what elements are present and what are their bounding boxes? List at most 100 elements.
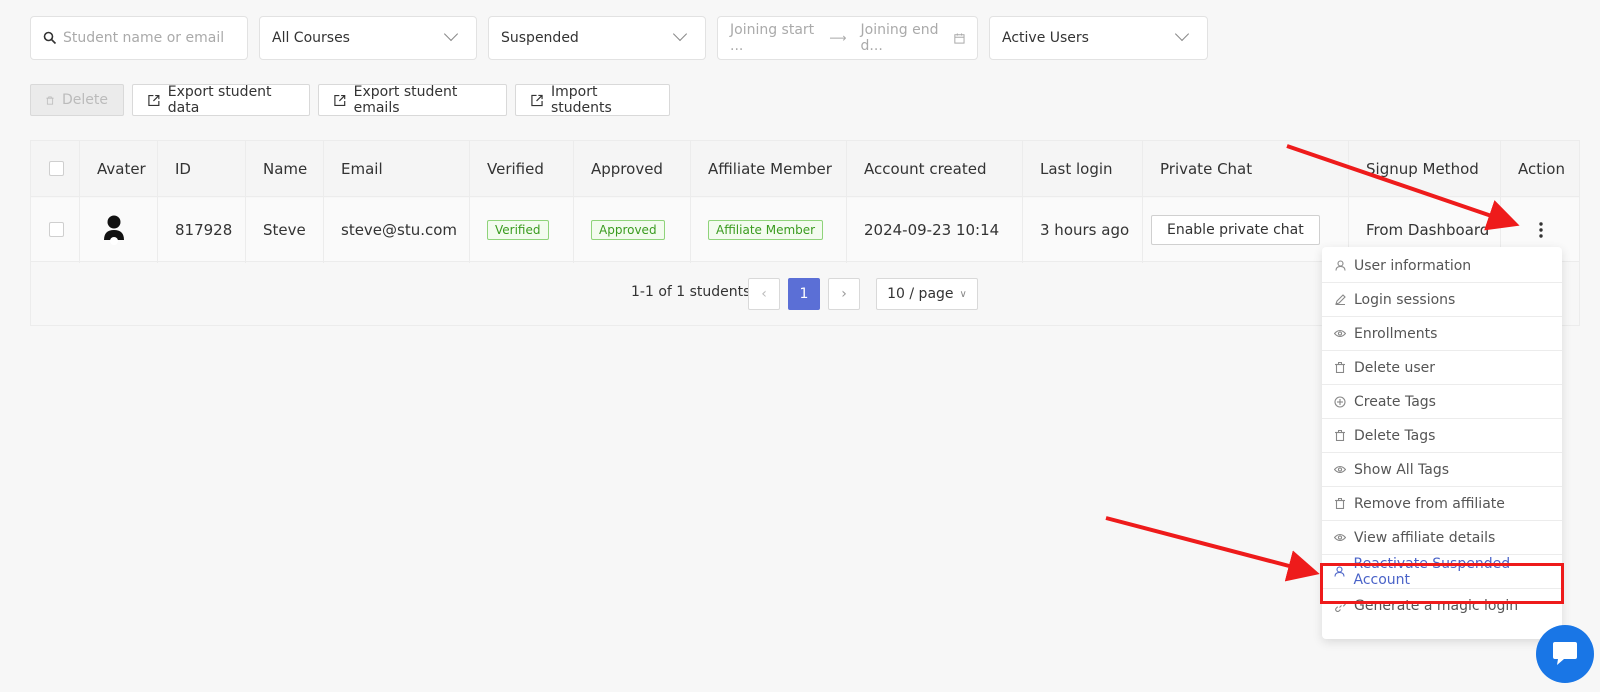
page-1-button[interactable]: 1 — [788, 278, 820, 310]
row-checkbox[interactable] — [49, 222, 64, 237]
page-size-value: 10 / page — [887, 286, 954, 302]
table-header-row: Avater ID Name Email Verified Approved A… — [31, 141, 1579, 197]
row-id: 817928 — [175, 220, 233, 239]
trash-icon — [1334, 430, 1346, 442]
date-start-input[interactable]: Joining start ... — [730, 22, 815, 54]
menu-item-enrollments[interactable]: Enrollments — [1322, 317, 1562, 351]
column-divider — [573, 141, 574, 263]
plus-circle-icon — [1334, 395, 1346, 408]
annotation-arrow-bottom — [1105, 516, 1320, 582]
select-all-checkbox[interactable] — [49, 161, 64, 176]
verified-cell: Verified — [471, 198, 549, 261]
delete-button[interactable]: Delete — [30, 84, 124, 116]
column-divider — [1142, 141, 1143, 263]
approved-cell: Approved — [575, 198, 665, 261]
header-id: ID — [175, 159, 191, 178]
eye-icon — [1334, 328, 1346, 340]
import-icon — [531, 94, 543, 106]
course-select[interactable]: All Courses — [259, 16, 477, 60]
header-action: Action — [1518, 159, 1565, 178]
header-private-chat: Private Chat — [1160, 159, 1253, 178]
import-label: Import students — [550, 84, 612, 116]
header-last-login: Last login — [1040, 159, 1113, 178]
export-emails-label: Export student emails — [353, 84, 458, 116]
menu-item-label: Create Tags — [1354, 393, 1436, 410]
header-signup-method: Signup Method — [1366, 159, 1479, 178]
export-icon — [148, 94, 160, 106]
row-select-cell — [33, 198, 81, 261]
eye-icon — [1334, 532, 1346, 544]
chevron-down-icon — [672, 26, 688, 43]
import-students-button[interactable]: Import students — [515, 84, 670, 116]
header-avatar: Avater — [97, 159, 146, 178]
menu-item-create-tags[interactable]: Create Tags — [1322, 385, 1562, 419]
menu-item-label: Delete Tags — [1354, 427, 1436, 444]
joining-date-range[interactable]: Joining start ... ⟶ Joining end d... — [717, 16, 978, 60]
export-icon — [334, 94, 346, 106]
column-divider — [1500, 141, 1501, 263]
header-affiliate-member: Affiliate Member — [708, 159, 832, 178]
column-divider — [323, 141, 324, 263]
user-icon — [1334, 260, 1346, 272]
column-divider — [79, 141, 80, 263]
page-size-select[interactable]: 10 / page ∨ — [876, 278, 978, 310]
row-last-login: 3 hours ago — [1040, 220, 1130, 239]
user-type-select[interactable]: Active Users — [989, 16, 1208, 60]
column-divider — [690, 141, 691, 263]
menu-item-delete-tags[interactable]: Delete Tags — [1322, 419, 1562, 453]
trash-icon — [1334, 498, 1346, 510]
header-verified: Verified — [487, 159, 544, 178]
row-name: Steve — [263, 220, 306, 239]
export-student-emails-button[interactable]: Export student emails — [318, 84, 507, 116]
header-email: Email — [341, 159, 383, 178]
menu-item-label: View affiliate details — [1354, 529, 1496, 546]
affiliate-cell: Affiliate Member — [692, 198, 824, 261]
menu-item-label: Delete user — [1354, 359, 1435, 376]
menu-item-login-sessions[interactable]: Login sessions — [1322, 283, 1562, 317]
menu-item-user-information[interactable]: User information — [1322, 249, 1562, 283]
menu-item-remove-from-affiliate[interactable]: Remove from affiliate — [1322, 487, 1562, 521]
menu-item-delete-user[interactable]: Delete user — [1322, 351, 1562, 385]
private-chat-cell: Enable private chat — [1135, 198, 1320, 261]
export-data-label: Export student data — [167, 84, 272, 116]
row-email: steve@stu.com — [341, 220, 458, 239]
column-divider — [245, 141, 246, 263]
date-end-input[interactable]: Joining end d... — [861, 22, 949, 54]
delete-button-label: Delete — [62, 92, 108, 108]
menu-item-label: Login sessions — [1354, 291, 1456, 308]
row-account-created: 2024-09-23 10:14 — [864, 220, 1000, 239]
menu-item-show-all-tags[interactable]: Show All Tags — [1322, 453, 1562, 487]
enable-private-chat-button[interactable]: Enable private chat — [1151, 214, 1320, 245]
more-vertical-icon — [1539, 221, 1543, 238]
search-icon — [43, 31, 57, 45]
search-placeholder: Student name or email — [63, 30, 225, 46]
header-name: Name — [263, 159, 308, 178]
column-divider — [469, 141, 470, 263]
trash-icon — [46, 96, 54, 105]
user-type-value: Active Users — [1002, 30, 1089, 46]
verified-badge: Verified — [487, 219, 549, 240]
chat-support-button[interactable] — [1536, 625, 1594, 683]
affiliate-badge: Affiliate Member — [708, 219, 824, 240]
avatar — [104, 215, 124, 245]
avatar-cell — [81, 198, 127, 261]
export-student-data-button[interactable]: Export student data — [132, 84, 310, 116]
menu-item-view-affiliate-details[interactable]: View affiliate details — [1322, 521, 1562, 555]
status-select[interactable]: Suspended — [488, 16, 706, 60]
pagination-summary: 1-1 of 1 students — [631, 284, 751, 300]
chat-bubble-icon — [1553, 642, 1577, 665]
trash-icon — [1334, 362, 1346, 374]
menu-item-label: User information — [1354, 257, 1472, 274]
edit-icon — [1334, 294, 1346, 306]
approved-badge: Approved — [591, 219, 665, 240]
menu-item-label: Enrollments — [1354, 325, 1438, 342]
search-input[interactable]: Student name or email — [30, 16, 248, 60]
select-all-cell — [33, 141, 81, 196]
column-divider — [1022, 141, 1023, 263]
chevron-down-icon: ∨ — [959, 288, 967, 300]
prev-page-button[interactable]: ‹ — [748, 278, 780, 310]
eye-icon — [1334, 464, 1346, 476]
next-page-button[interactable]: › — [828, 278, 860, 310]
menu-item-label: Remove from affiliate — [1354, 495, 1505, 512]
header-approved: Approved — [591, 159, 663, 178]
